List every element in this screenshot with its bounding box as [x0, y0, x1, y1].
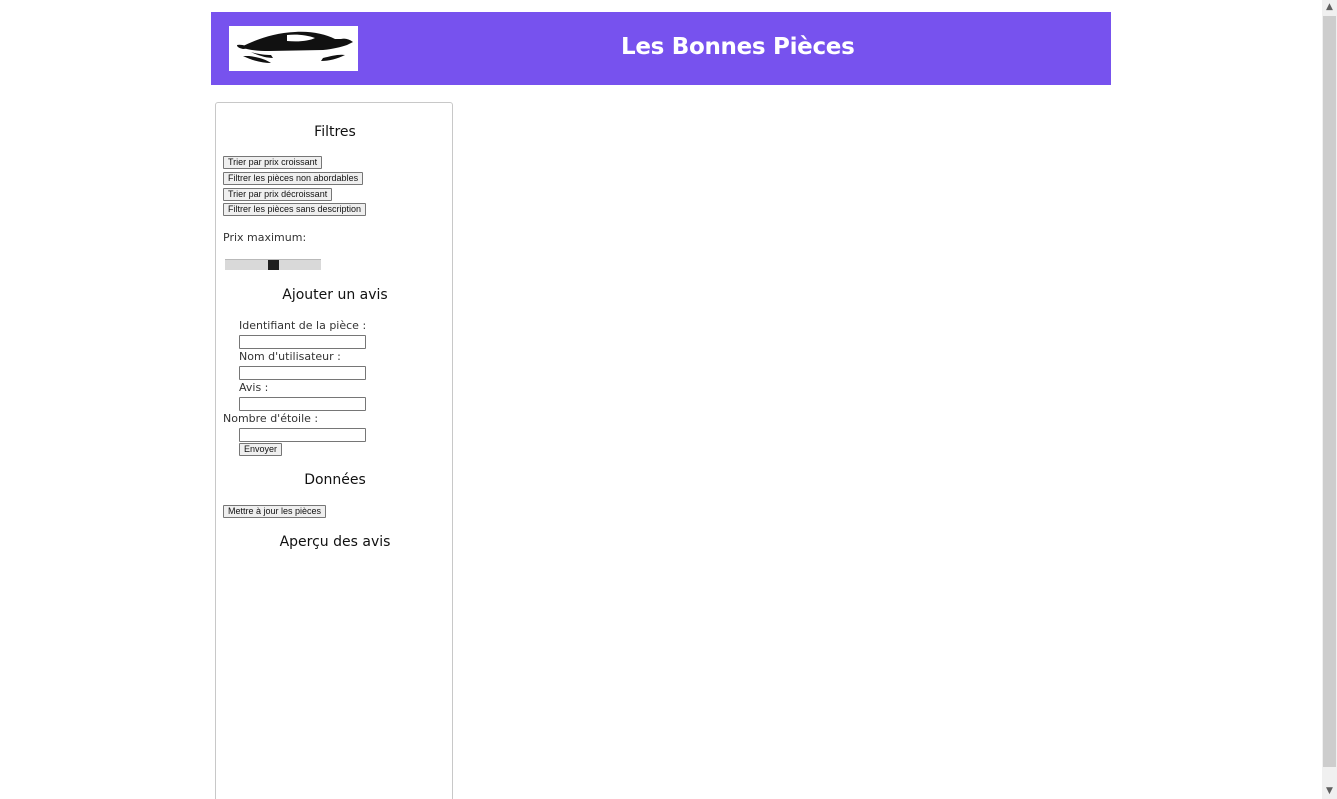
- add-review-title: Ajouter un avis: [282, 287, 388, 303]
- data-title: Données: [304, 472, 366, 488]
- site-title: Les Bonnes Pièces: [621, 34, 855, 60]
- price-max-slider[interactable]: [225, 259, 321, 270]
- review-label: Avis :: [239, 381, 269, 394]
- username-label: Nom d'utilisateur :: [239, 350, 341, 363]
- stars-input[interactable]: [239, 428, 366, 442]
- filter-no-description-button[interactable]: Filtrer les pièces sans description: [223, 203, 367, 216]
- filter-unaffordable-button[interactable]: Filtrer les pièces non abordables: [223, 172, 364, 185]
- scrollbar-thumb[interactable]: [1323, 16, 1336, 767]
- scroll-down-arrow-icon[interactable]: ▼: [1322, 784, 1337, 799]
- site-header: Les Bonnes Pièces: [211, 12, 1111, 85]
- sidebar: Filtres Trier par prix croissant Filtrer…: [215, 102, 453, 799]
- piece-id-input[interactable]: [239, 335, 366, 349]
- piece-id-label: Identifiant de la pièce :: [239, 319, 367, 332]
- price-max-label: Prix maximum:: [223, 231, 307, 244]
- price-max-slider-thumb[interactable]: [268, 260, 279, 270]
- username-input[interactable]: [239, 366, 366, 380]
- sort-price-desc-button[interactable]: Trier par prix décroissant: [223, 188, 333, 201]
- filters-title: Filtres: [314, 124, 356, 140]
- scroll-up-arrow-icon[interactable]: ▲: [1322, 0, 1337, 15]
- sports-car-logo-icon: [237, 31, 353, 63]
- review-input[interactable]: [239, 397, 366, 411]
- site-logo[interactable]: [229, 26, 358, 71]
- update-pieces-button[interactable]: Mettre à jour les pièces: [223, 505, 327, 518]
- vertical-scrollbar[interactable]: ▲ ▼: [1322, 0, 1337, 799]
- page: Les Bonnes Pièces Filtres Trier par prix…: [0, 0, 1337, 799]
- reviews-preview-title: Aperçu des avis: [279, 534, 391, 550]
- submit-review-button[interactable]: Envoyer: [239, 443, 283, 456]
- stars-label: Nombre d'étoile :: [223, 412, 319, 425]
- sort-price-asc-button[interactable]: Trier par prix croissant: [223, 156, 323, 169]
